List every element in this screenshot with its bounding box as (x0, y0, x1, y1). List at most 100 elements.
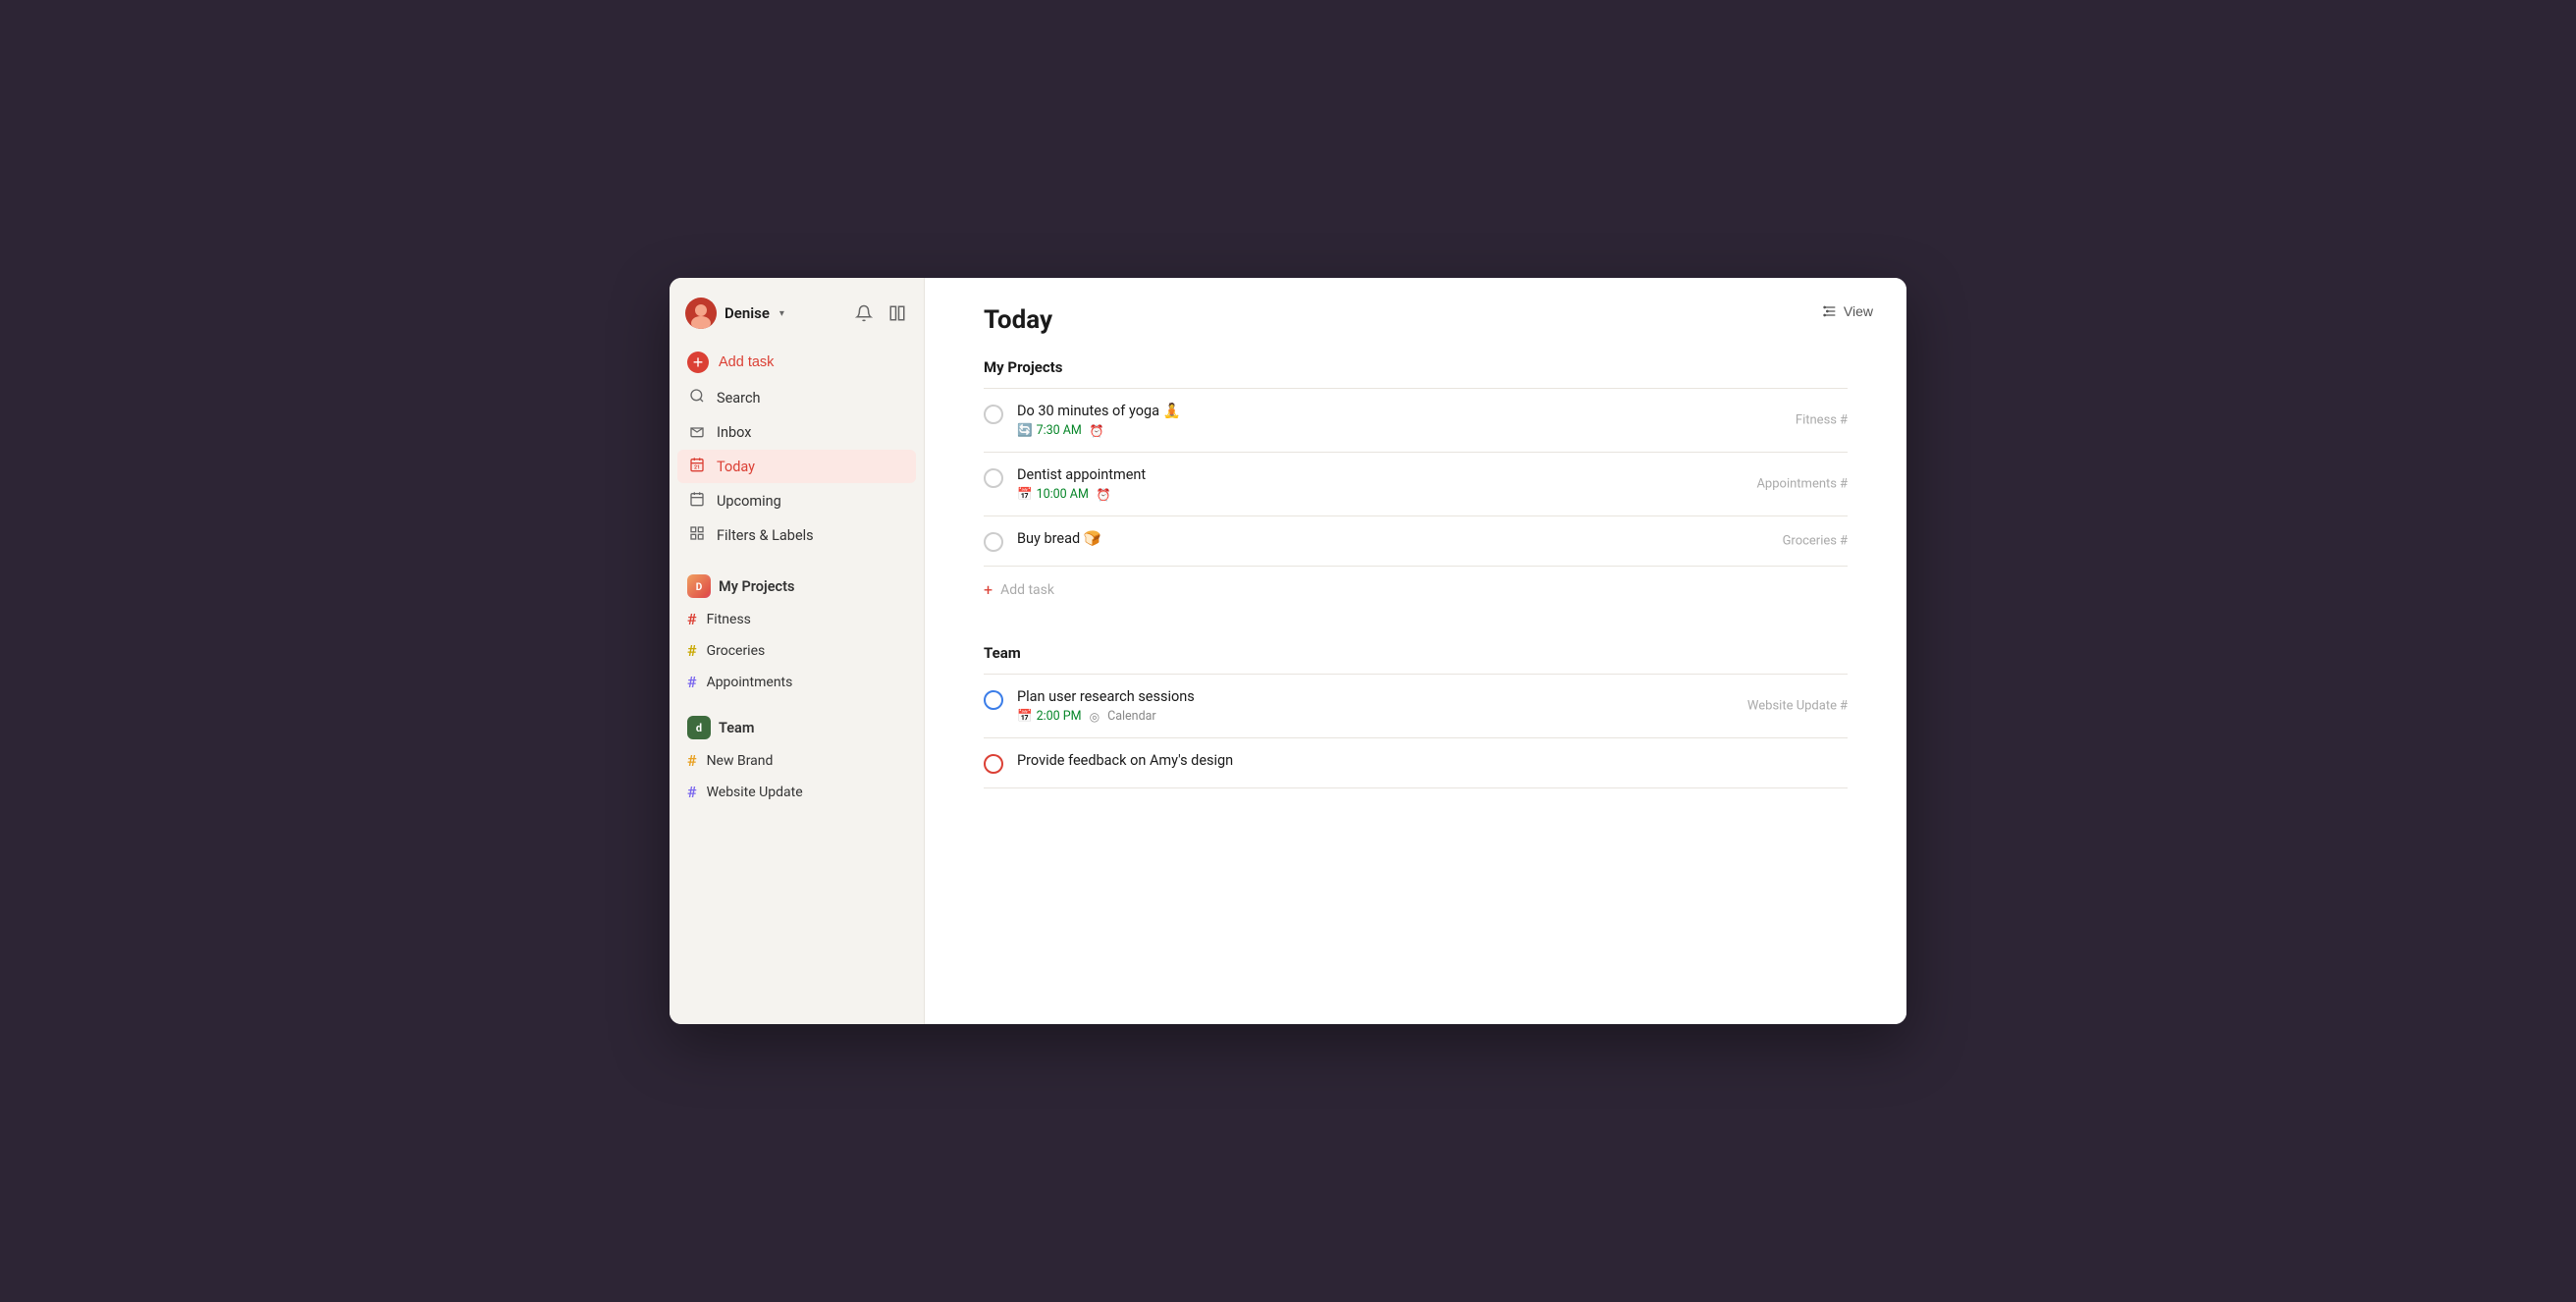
svg-text:D: D (696, 582, 703, 593)
my-projects-section: D My Projects # Fitness # Groceries # Ap… (670, 561, 924, 702)
main-content: View Today My Projects Do 30 minutes of … (925, 278, 1906, 1024)
task-name-4: Plan user research sessions (1017, 688, 1848, 705)
sidebar-item-website-update[interactable]: # Website Update (677, 777, 916, 807)
sidebar-item-groceries[interactable]: # Groceries (677, 635, 916, 666)
add-task-icon: + (687, 352, 709, 373)
sidebar-nav: + Add task Search (670, 345, 924, 553)
alarm-icon-2: ⏰ (1097, 488, 1111, 502)
sidebar-item-filters[interactable]: Filters & Labels (677, 518, 916, 552)
table-row: Provide feedback on Amy's design (984, 738, 1848, 788)
sidebar-item-inbox[interactable]: Inbox (677, 415, 916, 449)
content-area: Today My Projects Do 30 minutes of yoga … (925, 278, 1906, 816)
task-project-3: Groceries # (1783, 534, 1848, 549)
my-projects-section-label: My Projects (984, 358, 1848, 376)
team-section-sidebar: d Team # New Brand # Website Update (670, 702, 924, 812)
location-label-4: Calendar (1107, 709, 1156, 724)
team-tasks-section: Team Plan user research sessions 📅 2:00 … (984, 644, 1848, 788)
search-icon (687, 388, 707, 407)
table-row: Dentist appointment 📅 10:00 AM ⏰ Appoint… (984, 453, 1848, 516)
sidebar: Denise ▾ + (670, 278, 925, 1024)
app-window: Denise ▾ + (670, 278, 1906, 1024)
hash-4: # (1840, 699, 1848, 714)
task-body-5: Provide feedback on Amy's design (1017, 752, 1848, 773)
hash-1: # (1840, 413, 1848, 428)
user-info[interactable]: Denise ▾ (685, 298, 784, 329)
add-task-inline[interactable]: + Add task (984, 567, 1848, 613)
header-icons (853, 302, 908, 324)
task-name-1: Do 30 minutes of yoga 🧘 (1017, 403, 1848, 419)
sidebar-item-upcoming[interactable]: Upcoming (677, 484, 916, 517)
task-checkbox-3[interactable] (984, 532, 1003, 552)
hash-2: # (1840, 477, 1848, 492)
sidebar-header: Denise ▾ (670, 294, 924, 345)
table-row: Buy bread 🍞 Groceries # (984, 516, 1848, 567)
team-avatar: d (687, 716, 711, 739)
task-name-3: Buy bread 🍞 (1017, 530, 1848, 547)
view-button[interactable]: View (1812, 298, 1883, 325)
calendar-icon-4: 📅 (1017, 709, 1033, 724)
task-project-1: Fitness # (1796, 413, 1848, 428)
sidebar-item-new-brand[interactable]: # New Brand (677, 745, 916, 776)
hash-icon-groceries: # (687, 641, 697, 660)
add-task-label: Add task (719, 354, 774, 370)
calendar-icon-2: 📅 (1017, 487, 1033, 502)
alarm-icon-1: ⏰ (1090, 424, 1104, 438)
task-meta-4: 📅 2:00 PM ◎ Calendar (1017, 709, 1848, 724)
today-icon: 21 (687, 457, 707, 476)
my-projects-tasks: My Projects Do 30 minutes of yoga 🧘 🔄 (984, 358, 1848, 613)
inbox-icon (687, 422, 707, 442)
repeat-icon: 🔄 (1017, 423, 1033, 438)
hash-icon-fitness: # (687, 610, 697, 628)
task-project-2: Appointments # (1756, 477, 1848, 492)
sidebar-item-fitness[interactable]: # Fitness (677, 604, 916, 634)
task-body-2: Dentist appointment 📅 10:00 AM ⏰ (1017, 466, 1848, 502)
sidebar-item-today-label: Today (717, 459, 755, 475)
my-projects-title: My Projects (719, 578, 794, 595)
task-body-1: Do 30 minutes of yoga 🧘 🔄 7:30 AM ⏰ (1017, 403, 1848, 438)
team-header[interactable]: d Team (677, 710, 916, 745)
my-projects-header[interactable]: D My Projects (677, 569, 916, 604)
hash-icon-website-update: # (687, 783, 697, 801)
website-update-label: Website Update (707, 785, 803, 800)
notification-button[interactable] (853, 302, 875, 324)
sidebar-item-upcoming-label: Upcoming (717, 493, 781, 510)
hash-icon-appointments: # (687, 673, 697, 691)
task-body-4: Plan user research sessions 📅 2:00 PM ◎ … (1017, 688, 1848, 724)
table-row: Do 30 minutes of yoga 🧘 🔄 7:30 AM ⏰ (984, 389, 1848, 453)
task-checkbox-2[interactable] (984, 468, 1003, 488)
hash-3: # (1840, 534, 1848, 549)
sidebar-item-search[interactable]: Search (677, 381, 916, 414)
add-task-button[interactable]: + Add task (677, 345, 916, 380)
team-title: Team (719, 720, 754, 736)
new-brand-label: New Brand (707, 753, 774, 769)
filters-icon (687, 525, 707, 545)
avatar (685, 298, 717, 329)
chevron-down-icon: ▾ (779, 308, 784, 319)
team-task-list: Plan user research sessions 📅 2:00 PM ◎ … (984, 674, 1848, 788)
task-meta-1: 🔄 7:30 AM ⏰ (1017, 423, 1848, 438)
task-body-3: Buy bread 🍞 (1017, 530, 1848, 551)
groceries-label: Groceries (707, 643, 766, 659)
task-time-2: 📅 10:00 AM (1017, 487, 1089, 502)
task-time-1: 🔄 7:30 AM (1017, 423, 1082, 438)
page-title: Today (984, 305, 1848, 335)
user-name: Denise (724, 304, 770, 322)
task-list: Do 30 minutes of yoga 🧘 🔄 7:30 AM ⏰ (984, 388, 1848, 567)
team-section-label: Team (984, 644, 1848, 662)
task-name-5: Provide feedback on Amy's design (1017, 752, 1848, 769)
task-name-2: Dentist appointment (1017, 466, 1848, 483)
hash-icon-new-brand: # (687, 751, 697, 770)
svg-text:21: 21 (694, 465, 700, 471)
sidebar-item-inbox-label: Inbox (717, 424, 751, 441)
task-checkbox-1[interactable] (984, 405, 1003, 424)
task-checkbox-5[interactable] (984, 754, 1003, 774)
task-checkbox-4[interactable] (984, 690, 1003, 710)
upcoming-icon (687, 491, 707, 511)
layout-button[interactable] (886, 302, 908, 324)
sidebar-item-appointments[interactable]: # Appointments (677, 667, 916, 697)
location-icon-4: ◎ (1090, 710, 1100, 724)
my-projects-avatar: D (687, 574, 711, 598)
sidebar-item-today[interactable]: 21 Today (677, 450, 916, 483)
view-button-label: View (1844, 303, 1873, 319)
task-time-4: 📅 2:00 PM (1017, 709, 1082, 724)
